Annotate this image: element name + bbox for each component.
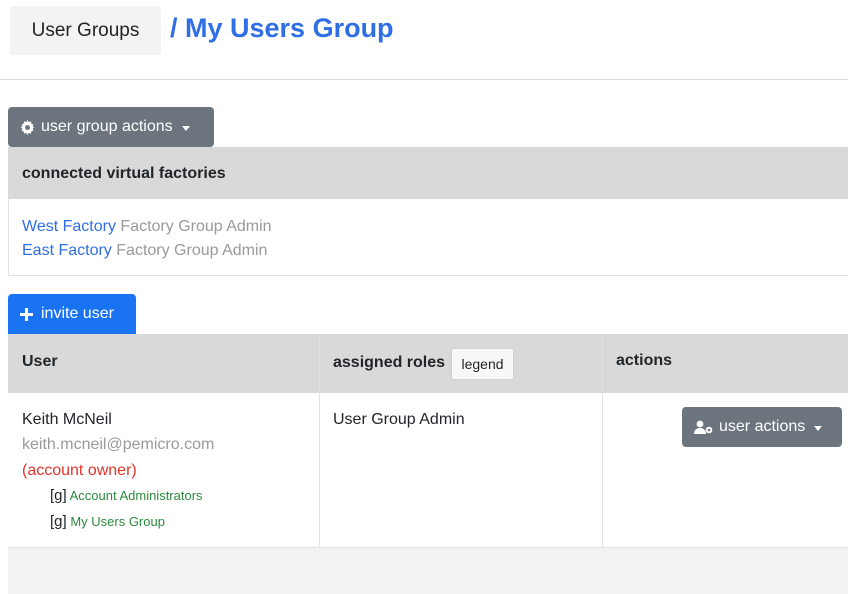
- factory-role: Factory Group Admin: [120, 218, 272, 235]
- user-email: keith.mcneil@pemicro.com: [22, 436, 215, 453]
- caret-down-icon: [814, 425, 823, 431]
- factory-role: Factory Group Admin: [116, 242, 268, 259]
- assigned-role: User Group Admin: [333, 411, 465, 428]
- factory-link[interactable]: East Factory: [22, 242, 112, 259]
- column-header-assigned-roles: assigned roles: [333, 354, 446, 371]
- group-tag: [g]: [50, 513, 67, 530]
- user-actions-button[interactable]: user actions: [682, 407, 842, 447]
- user-name: Keith McNeil: [22, 411, 112, 428]
- user-gear-icon: [694, 420, 714, 435]
- header-divider: [0, 79, 848, 80]
- factory-row: East Factory Factory Group Admin: [22, 241, 267, 261]
- user-group-actions-button[interactable]: user group actions: [8, 107, 214, 147]
- column-header-actions: actions: [616, 352, 673, 369]
- user-group-entry: [g] My Users Group: [50, 513, 165, 530]
- group-tag: [g]: [50, 487, 67, 504]
- user-group-entry: [g] Account Administrators: [50, 487, 203, 504]
- legend-button[interactable]: legend: [451, 348, 514, 380]
- group-name: Account Administrators: [69, 488, 203, 503]
- table-row-empty: [8, 548, 848, 594]
- factory-row: West Factory Factory Group Admin: [22, 217, 272, 237]
- user-group-actions-label: user group actions: [41, 118, 173, 135]
- group-name: My Users Group: [70, 514, 165, 529]
- column-header-user: User: [22, 353, 58, 370]
- breadcrumb-user-groups[interactable]: User Groups: [10, 6, 161, 55]
- invite-user-button[interactable]: invite user: [8, 294, 136, 334]
- gear-icon: [20, 119, 35, 135]
- user-actions-label: user actions: [719, 418, 806, 435]
- virtual-factories-heading: connected virtual factories: [22, 165, 226, 182]
- factory-link[interactable]: West Factory: [22, 218, 116, 235]
- caret-down-icon: [181, 125, 190, 131]
- page-title: / My Users Group: [170, 13, 394, 43]
- invite-user-label: invite user: [41, 305, 114, 322]
- account-owner-note: (account owner): [22, 462, 137, 479]
- plus-icon: [20, 307, 33, 321]
